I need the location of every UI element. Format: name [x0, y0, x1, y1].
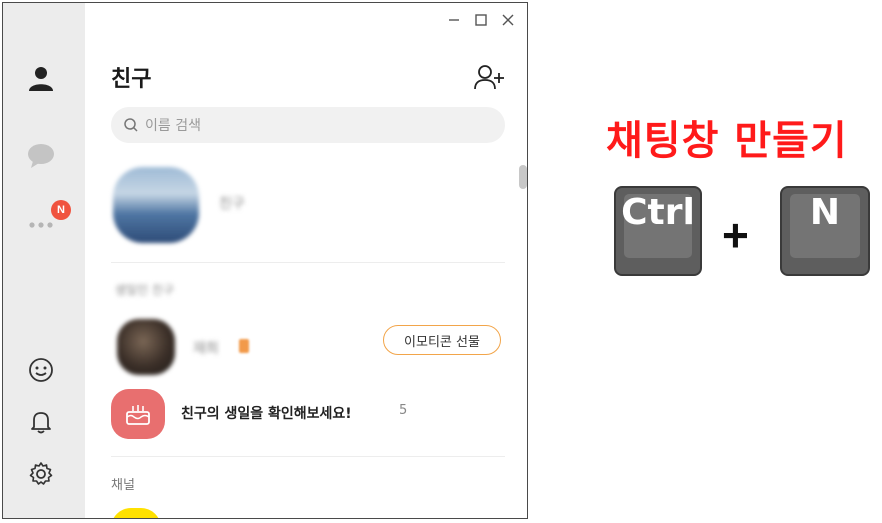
my-profile-name[interactable]: 친구: [219, 193, 245, 213]
add-friend-icon[interactable]: [473, 63, 507, 91]
channel-avatar[interactable]: [111, 508, 161, 518]
divider: [111, 456, 505, 457]
sidebar: N: [3, 3, 85, 518]
page-title: 친구: [111, 67, 152, 92]
divider: [111, 262, 505, 263]
friends-panel: 친구 이름 검색 친구 생일인 친구 재희 이모티콘 선물 친구의 생일을 확인…: [85, 3, 527, 518]
search-placeholder: 이름 검색: [145, 118, 201, 134]
emoticon-gift-button[interactable]: 이모티콘 선물: [383, 325, 501, 355]
birthday-count: 5: [399, 403, 408, 418]
birthday-friend-avatar[interactable]: [117, 319, 175, 375]
my-profile-avatar[interactable]: [113, 167, 199, 243]
messenger-window: N 친구 이름 검색 친구 생일인 친구 재희 이모티콘 선물 친구의 생일을 …: [2, 2, 528, 519]
friends-tab-icon[interactable]: [24, 61, 58, 95]
settings-gear-icon[interactable]: [24, 457, 58, 491]
search-icon: [124, 118, 138, 132]
ctrl-key-label: Ctrl: [621, 192, 695, 233]
chats-tab-icon[interactable]: [24, 139, 58, 173]
search-input[interactable]: 이름 검색: [111, 107, 505, 143]
emoticon-icon[interactable]: [24, 353, 58, 387]
notification-badge: N: [51, 200, 71, 220]
annotation-heading: 채팅창 만들기: [606, 118, 848, 164]
ctrl-key-icon: Ctrl: [614, 186, 702, 276]
plus-sign: +: [722, 209, 749, 261]
n-key-icon: N: [780, 186, 870, 276]
bell-icon[interactable]: [24, 405, 58, 439]
birthday-cake-icon[interactable]: [111, 389, 165, 439]
birthday-friend-name[interactable]: 재희: [193, 338, 219, 358]
n-key-label: N: [809, 192, 841, 233]
cake-emoji-icon: [239, 339, 249, 353]
birthday-prompt[interactable]: 친구의 생일을 확인해보세요!: [181, 403, 352, 423]
channel-section-label: 채널: [111, 478, 135, 493]
birthday-section-label: 생일인 친구: [115, 283, 175, 297]
scrollbar-thumb[interactable]: [519, 165, 527, 189]
